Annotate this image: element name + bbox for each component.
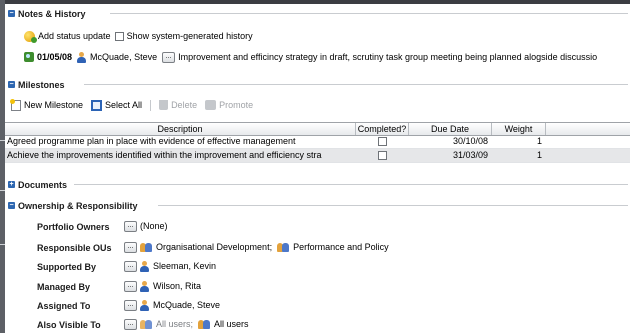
person-icon (140, 280, 149, 292)
toggle-plus-icon[interactable]: + (8, 181, 15, 188)
row-description: Agreed programme plan in place with evid… (7, 136, 296, 146)
supported-by-value: Sleeman, Kevin (153, 261, 217, 271)
section-documents[interactable]: + Documents (8, 178, 628, 191)
column-header-completed[interactable]: Completed? (356, 123, 409, 135)
responsible-ou-value: Organisational Development; (156, 242, 273, 252)
assigned-to-row: ... McQuade, Steve (124, 297, 220, 313)
promote-button[interactable]: Promote (205, 100, 253, 110)
row-completed (356, 135, 409, 148)
toggle-minus-icon[interactable]: − (8, 81, 15, 88)
assigned-to-button[interactable]: ... (124, 299, 137, 311)
show-system-history-checkbox[interactable] (114, 31, 124, 41)
managed-by-button[interactable]: ... (124, 280, 137, 292)
section-divider (110, 13, 628, 14)
portfolio-owners-row: ... (None) (124, 218, 168, 234)
assigned-to-value: McQuade, Steve (153, 300, 221, 310)
portfolio-owners-label: Portfolio Owners (37, 222, 110, 232)
section-notes-history[interactable]: − Notes & History (8, 7, 628, 20)
supported-by-row: ... Sleeman, Kevin (124, 258, 216, 274)
promote-label: Promote (219, 100, 254, 110)
supported-by-button[interactable]: ... (124, 260, 137, 272)
note-date: 01/05/08 (37, 52, 73, 62)
also-visible-to-label: Also Visible To (37, 320, 101, 330)
portfolio-owners-button[interactable]: ... (124, 220, 137, 232)
portfolio-owners-value: (None) (140, 221, 168, 231)
toolbar-separator (150, 99, 152, 111)
table-row[interactable]: Agreed programme plan in place with evid… (5, 135, 630, 149)
note-author: McQuade, Steve (90, 52, 158, 62)
select-all-icon (91, 99, 103, 111)
column-header-weight[interactable]: Weight (492, 123, 546, 135)
section-divider (158, 205, 628, 206)
managed-by-label: Managed By (37, 282, 91, 292)
row-completed (356, 149, 409, 162)
new-milestone-icon (10, 98, 21, 111)
section-divider (74, 184, 628, 185)
note-text: Improvement and efficincy strategy in dr… (178, 52, 598, 62)
supported-by-label: Supported By (37, 262, 97, 272)
section-title: Ownership & Responsibility (18, 200, 138, 211)
section-divider (84, 84, 628, 85)
new-milestone-button[interactable]: New Milestone (10, 98, 84, 111)
group-icon (140, 319, 152, 330)
row-due-date: 31/03/09 (452, 150, 488, 160)
select-all-button[interactable]: Select All (91, 99, 143, 111)
add-status-update-link[interactable]: Add status update (38, 31, 111, 41)
also-visible-to-button[interactable]: ... (124, 318, 137, 330)
managed-by-row: ... Wilson, Rita (124, 278, 201, 294)
group-icon (198, 319, 211, 330)
responsible-ous-label: Responsible OUs (37, 243, 112, 253)
group-icon (277, 242, 290, 253)
section-milestones[interactable]: − Milestones (8, 78, 628, 91)
details-panel: − Notes & History Add status update Show… (5, 4, 630, 333)
person-icon (140, 260, 149, 272)
visible-to-value: All users (214, 319, 249, 329)
delete-label: Delete (171, 100, 198, 110)
section-title: Notes & History (18, 8, 86, 19)
responsible-ous-row: ... Organisational Development; Performa… (124, 239, 389, 255)
column-header-description[interactable]: Description (5, 123, 356, 135)
add-status-icon[interactable] (24, 30, 37, 43)
responsible-ous-button[interactable]: ... (124, 241, 137, 253)
delete-button[interactable]: Delete (159, 100, 197, 110)
section-title: Documents (18, 179, 68, 190)
notes-toolbar: Add status update Show system-generated … (24, 28, 253, 44)
completed-checkbox[interactable] (378, 151, 387, 160)
show-system-history-label: Show system-generated history (126, 31, 253, 41)
row-due-date: 30/10/08 (452, 136, 488, 146)
responsible-ou-value: Performance and Policy (293, 242, 389, 252)
grid-header: Description Completed? Due Date Weight (5, 122, 630, 136)
select-all-label: Select All (105, 100, 143, 110)
new-milestone-label: New Milestone (24, 100, 84, 110)
milestones-toolbar: New Milestone Select All Delete Promote (10, 97, 261, 113)
person-icon (140, 299, 149, 311)
section-title: Milestones (18, 79, 65, 90)
column-header-due-date[interactable]: Due Date (409, 123, 492, 135)
toggle-minus-icon[interactable]: − (8, 10, 15, 17)
completed-checkbox[interactable] (378, 137, 387, 146)
toggle-minus-icon[interactable]: − (8, 202, 15, 209)
status-note-icon (24, 52, 34, 62)
row-description: Achieve the improvements identified with… (7, 150, 322, 160)
section-ownership[interactable]: − Ownership & Responsibility (8, 199, 628, 212)
row-weight: 1 (536, 136, 542, 146)
person-icon (77, 51, 87, 63)
promote-icon (205, 100, 217, 110)
group-icon (140, 242, 152, 253)
note-entry: 01/05/08 McQuade, Steve ... Improvement … (24, 49, 630, 65)
table-row[interactable]: Achieve the improvements identified with… (5, 149, 630, 163)
row-weight: 1 (536, 150, 542, 160)
note-options-button[interactable]: ... (162, 51, 176, 63)
visible-to-value: All users; (156, 319, 194, 329)
delete-icon (159, 100, 169, 110)
assigned-to-label: Assigned To (37, 301, 91, 311)
also-visible-to-row: ... All users; All users (124, 316, 249, 332)
managed-by-value: Wilson, Rita (153, 281, 202, 291)
